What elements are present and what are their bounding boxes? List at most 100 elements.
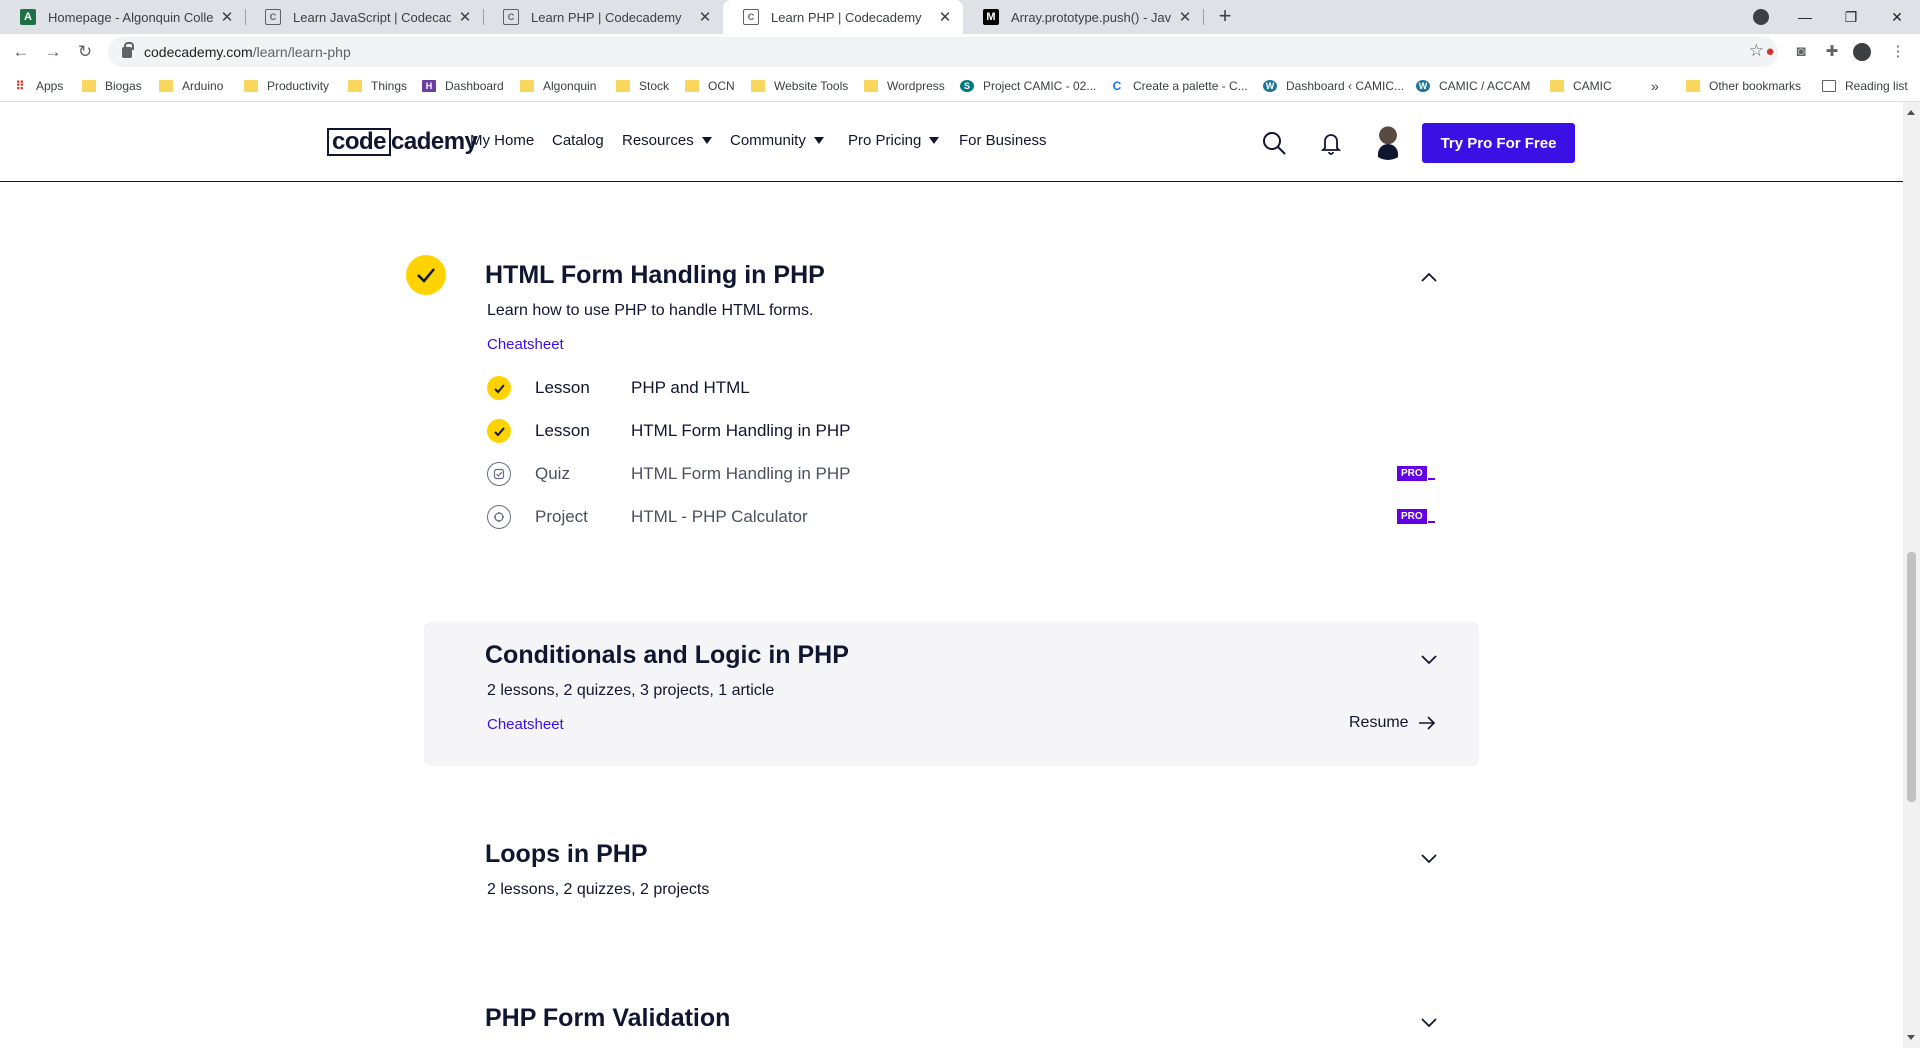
restore-button[interactable]: ❐ <box>1828 0 1874 34</box>
bookmarks-overflow-button[interactable]: » <box>1651 76 1659 96</box>
scroll-up-arrow-icon[interactable] <box>1907 110 1915 115</box>
profile-icon[interactable] <box>1853 43 1871 61</box>
content-item-row[interactable]: Lesson HTML Form Handling in PHP <box>487 416 1437 446</box>
bookmark-folder[interactable]: Website Tools <box>751 76 848 96</box>
folder-icon <box>520 80 534 92</box>
bookmark-wordpress[interactable]: W Dashboard ‹ CAMIC... <box>1263 76 1404 96</box>
logo-right: cademy <box>391 128 478 155</box>
pro-badge-label: PRO <box>1397 509 1427 524</box>
bookmark-label: Things <box>371 79 408 93</box>
content-item-row[interactable]: Project HTML - PHP Calculator PRO <box>487 502 1437 532</box>
module-title[interactable]: HTML Form Handling in PHP <box>485 261 825 290</box>
tab-title: Homepage - Algonquin College <box>48 9 213 25</box>
close-icon[interactable]: ✕ <box>219 8 235 26</box>
sharepoint-icon: S <box>960 80 974 92</box>
nav-resources[interactable]: Resources <box>622 132 712 149</box>
try-pro-button[interactable]: Try Pro For Free <box>1422 123 1575 163</box>
address-bar[interactable]: codecademy.com /learn/learn-php ☆ <box>108 37 1778 67</box>
minimize-button[interactable]: — <box>1782 0 1828 34</box>
item-name: PHP and HTML <box>631 378 750 397</box>
extension-icon[interactable]: ● <box>1760 42 1780 62</box>
browser-tab-algonquin[interactable]: A Homepage - Algonquin College ✕ <box>0 0 245 34</box>
bookmark-folder[interactable]: Stock <box>616 76 669 96</box>
module-title[interactable]: Loops in PHP <box>485 840 648 869</box>
close-window-button[interactable]: ✕ <box>1874 0 1920 34</box>
tab-divider <box>1203 9 1204 25</box>
bell-icon[interactable] <box>1318 130 1344 156</box>
bookmark-apps[interactable]: ⠿ Apps <box>13 76 64 96</box>
browser-tab-learn-php[interactable]: C Learn PHP | Codecademy ✕ <box>483 0 723 34</box>
reading-list-button[interactable]: Reading list <box>1822 76 1908 96</box>
close-icon[interactable]: ✕ <box>457 8 473 26</box>
bookmark-folder[interactable]: CAMIC <box>1550 76 1612 96</box>
bookmark-sharepoint[interactable]: S Project CAMIC - 02... <box>960 76 1096 96</box>
module-title[interactable]: Conditionals and Logic in PHP <box>485 641 849 670</box>
reload-icon[interactable]: ↻ <box>74 41 96 63</box>
resume-link[interactable]: Resume <box>1349 714 1437 732</box>
bookmark-label: Create a palette - C... <box>1133 79 1248 93</box>
chevron-down-icon[interactable] <box>1419 1012 1439 1032</box>
bookmark-folder[interactable]: Biogas <box>82 76 142 96</box>
nav-my-home[interactable]: My Home <box>470 132 534 149</box>
folder-icon <box>751 80 765 92</box>
tab-search-icon[interactable] <box>1753 9 1769 25</box>
bookmark-folder[interactable]: Algonquin <box>520 76 596 96</box>
scroll-down-arrow-icon[interactable] <box>1907 1035 1915 1040</box>
pro-badge: PRO <box>1397 508 1435 524</box>
folder-icon <box>685 80 699 92</box>
bookmark-wordpress[interactable]: W CAMIC / ACCAM <box>1416 76 1530 96</box>
page-scrollbar[interactable] <box>1903 102 1920 1048</box>
close-icon[interactable]: ✕ <box>1177 8 1193 26</box>
chevron-down-icon[interactable] <box>1419 848 1439 868</box>
puzzle-icon[interactable]: ✚ <box>1822 42 1842 62</box>
cheatsheet-link[interactable]: Cheatsheet <box>487 716 564 733</box>
content-item-row[interactable]: Quiz HTML Form Handling in PHP PRO <box>487 459 1437 489</box>
browser-tab-mdn[interactable]: M Array.prototype.push() - JavaScri ✕ <box>963 0 1203 34</box>
new-tab-button[interactable]: + <box>1212 5 1238 29</box>
bookmark-label: Dashboard <box>445 79 504 93</box>
browser-tab-learn-javascript[interactable]: C Learn JavaScript | Codecademy ✕ <box>245 0 483 34</box>
nav-pro-pricing[interactable]: Pro Pricing <box>848 132 940 149</box>
back-icon[interactable]: ← <box>10 41 32 63</box>
nav-community[interactable]: Community <box>730 132 824 149</box>
content-item-row[interactable]: Lesson PHP and HTML <box>487 373 1437 403</box>
scrollbar-thumb[interactable] <box>1907 552 1916 802</box>
close-icon[interactable]: ✕ <box>697 8 713 26</box>
folder-icon <box>82 80 96 92</box>
codecademy-logo[interactable]: code cademy <box>327 127 478 157</box>
nav-for-business[interactable]: For Business <box>959 132 1047 149</box>
mdn-icon: M <box>983 9 999 25</box>
browser-tab-learn-php-active[interactable]: C Learn PHP | Codecademy ✕ <box>723 0 963 34</box>
close-icon[interactable]: ✕ <box>937 8 953 26</box>
camera-extension-icon[interactable]: ◙ <box>1791 42 1811 62</box>
bookmark-folder[interactable]: OCN <box>685 76 735 96</box>
bookmark-folder[interactable]: Productivity <box>244 76 329 96</box>
codecademy-icon: C <box>265 9 281 25</box>
chevron-down-icon[interactable] <box>1419 649 1439 669</box>
bookmark-palette[interactable]: C Create a palette - C... <box>1110 76 1248 96</box>
apps-grid-icon: ⠿ <box>15 79 25 93</box>
avatar[interactable] <box>1369 122 1407 160</box>
module-title[interactable]: PHP Form Validation <box>485 1004 730 1033</box>
bookmark-label: Website Tools <box>774 79 849 93</box>
nav-catalog[interactable]: Catalog <box>552 132 604 149</box>
tab-title: Learn JavaScript | Codecademy <box>293 9 451 25</box>
item-type: Quiz <box>535 464 570 483</box>
menu-kebab-icon[interactable]: ⋮ <box>1888 42 1908 62</box>
module-complete-check-icon <box>406 255 446 295</box>
folder-icon <box>864 80 878 92</box>
bookmark-dashboard[interactable]: H Dashboard <box>422 76 504 96</box>
chevron-up-icon[interactable] <box>1419 268 1439 288</box>
bookmark-other-bookmarks[interactable]: Other bookmarks <box>1686 76 1801 96</box>
arrow-right-icon <box>1418 716 1435 730</box>
search-icon[interactable] <box>1261 130 1287 156</box>
bookmark-folder[interactable]: Arduino <box>159 76 223 96</box>
cheatsheet-link[interactable]: Cheatsheet <box>487 336 564 353</box>
forward-icon[interactable]: → <box>42 41 64 63</box>
resume-label: Resume <box>1349 714 1409 731</box>
nav-label: Resources <box>622 132 694 149</box>
bookmark-folder[interactable]: Wordpress <box>864 76 945 96</box>
folder-icon <box>1686 80 1700 92</box>
folder-icon <box>1550 80 1564 92</box>
bookmark-folder[interactable]: Things <box>348 76 407 96</box>
